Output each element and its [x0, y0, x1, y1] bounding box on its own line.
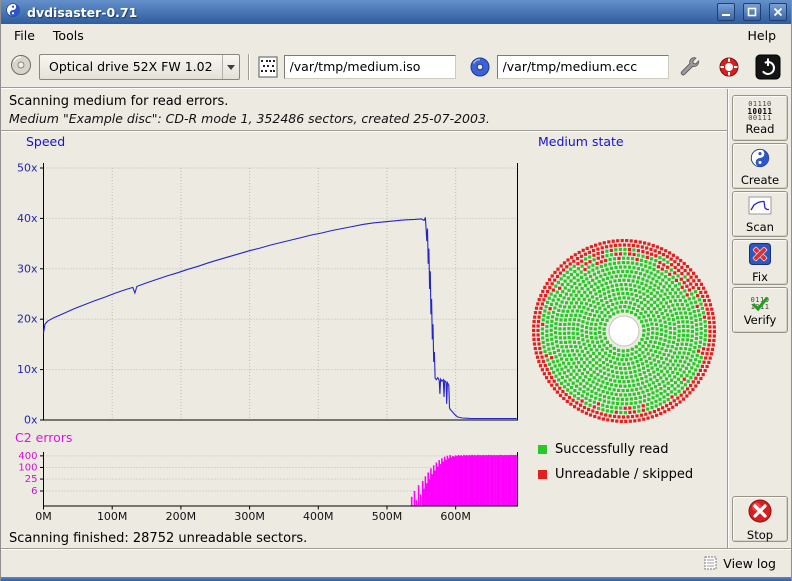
- svg-text:20x: 20x: [17, 313, 38, 326]
- app-window: dvdisaster-0.71 File Tools Help Optical …: [0, 0, 792, 581]
- about-button[interactable]: [714, 52, 744, 82]
- toolbar-separator: [248, 54, 250, 80]
- scan-result-text: Scanning finished: 28752 unreadable sect…: [9, 531, 307, 546]
- svg-text:50x: 50x: [17, 162, 38, 175]
- log-list-icon: [704, 556, 717, 570]
- verify-label: Verify: [744, 314, 777, 326]
- preferences-button[interactable]: [675, 52, 705, 82]
- toolbar: Optical drive 52X FW 1.02: [1, 46, 791, 87]
- svg-text:100M: 100M: [97, 510, 128, 523]
- svg-text:600M: 600M: [440, 510, 471, 523]
- read-label: Read: [746, 123, 775, 135]
- scan-label: Scan: [746, 221, 774, 233]
- chevron-down-icon: [222, 55, 239, 79]
- scan-chart-icon: [748, 196, 772, 220]
- wrench-icon: [678, 55, 702, 79]
- menu-file[interactable]: File: [5, 26, 44, 45]
- legend-unreadable: Unreadable / skipped: [538, 467, 693, 482]
- medium-info: Medium "Example disc": CD-R mode 1, 3524…: [9, 111, 490, 126]
- close-button[interactable]: [769, 3, 787, 21]
- stop-label: Stop: [747, 529, 773, 541]
- app-icon: [5, 2, 21, 22]
- scan-button[interactable]: Scan: [732, 191, 788, 237]
- svg-text:200M: 200M: [166, 510, 197, 523]
- status-heading: Scanning medium for read errors.: [9, 94, 228, 109]
- header-separator: [1, 130, 729, 132]
- yin-yang-icon: [749, 147, 771, 173]
- quit-button[interactable]: [753, 52, 783, 82]
- legend-successfully-read: Successfully read: [538, 442, 668, 457]
- c2-errors-title: C2 errors: [15, 430, 72, 445]
- view-log-button[interactable]: View log: [698, 553, 782, 574]
- drive-selector-value: Optical drive 52X FW 1.02: [40, 59, 222, 74]
- speed-chart: 0x 10x 20x 30x 40x 50x: [9, 160, 521, 426]
- svg-text:40x: 40x: [17, 212, 38, 225]
- c2-errors-chart: 400100256 0M 100M 200M 300M 400M 500M 600M: [9, 450, 521, 526]
- svg-text:6: 6: [31, 486, 37, 497]
- menubar: File Tools Help: [1, 24, 791, 46]
- svg-text:300M: 300M: [234, 510, 265, 523]
- menu-help[interactable]: Help: [737, 26, 788, 45]
- create-button[interactable]: Create: [732, 143, 788, 189]
- svg-text:400: 400: [18, 451, 37, 462]
- drive-selector[interactable]: Optical drive 52X FW 1.02: [39, 54, 240, 80]
- bottombar: View log: [1, 548, 791, 577]
- titlebar[interactable]: dvdisaster-0.71: [1, 0, 791, 24]
- verify-check-icon: 0110 1011: [747, 295, 773, 313]
- svg-text:400M: 400M: [303, 510, 334, 523]
- create-label: Create: [741, 174, 779, 186]
- svg-text:25: 25: [25, 474, 38, 485]
- lifebuoy-icon: [717, 55, 741, 79]
- stop-x-icon: [747, 498, 773, 528]
- main-area: Scanning medium for read errors. Medium …: [1, 89, 729, 548]
- svg-text:0x: 0x: [24, 414, 38, 427]
- menu-tools[interactable]: Tools: [44, 26, 93, 45]
- ecc-file-icon: [469, 56, 491, 78]
- binary-read-icon: 01110 10011 00111: [747, 101, 772, 122]
- ecc-file-input[interactable]: [497, 55, 669, 79]
- view-log-label: View log: [723, 556, 776, 571]
- maximize-button[interactable]: [743, 3, 761, 21]
- fix-tools-icon: [748, 242, 772, 270]
- svg-text:500M: 500M: [372, 510, 403, 523]
- action-sidebar: 01110 10011 00111 Read Create: [727, 89, 791, 548]
- medium-state-disc: [526, 233, 722, 429]
- fix-label: Fix: [752, 271, 768, 283]
- medium-state-title: Medium state: [538, 134, 624, 149]
- legend-label-bad: Unreadable / skipped: [555, 467, 693, 482]
- image-file-icon: [258, 56, 278, 78]
- speed-chart-title: Speed: [26, 134, 65, 149]
- window-bottom-frame: [1, 577, 791, 581]
- window-title: dvdisaster-0.71: [27, 5, 709, 20]
- verify-button[interactable]: 0110 1011 Verify: [732, 287, 788, 333]
- legend-label-good: Successfully read: [555, 442, 668, 457]
- svg-text:0M: 0M: [35, 510, 52, 523]
- stop-button[interactable]: Stop: [732, 496, 788, 542]
- drive-cd-icon: [9, 53, 33, 81]
- minimize-button[interactable]: [717, 3, 735, 21]
- red-swatch: [538, 470, 547, 479]
- read-button[interactable]: 01110 10011 00111 Read: [732, 95, 788, 141]
- green-swatch: [538, 445, 547, 454]
- fix-button[interactable]: Fix: [732, 239, 788, 285]
- svg-text:100: 100: [18, 462, 37, 473]
- power-icon: [755, 54, 781, 80]
- svg-text:10x: 10x: [17, 363, 38, 376]
- image-file-input[interactable]: [284, 55, 456, 79]
- svg-text:30x: 30x: [17, 262, 38, 275]
